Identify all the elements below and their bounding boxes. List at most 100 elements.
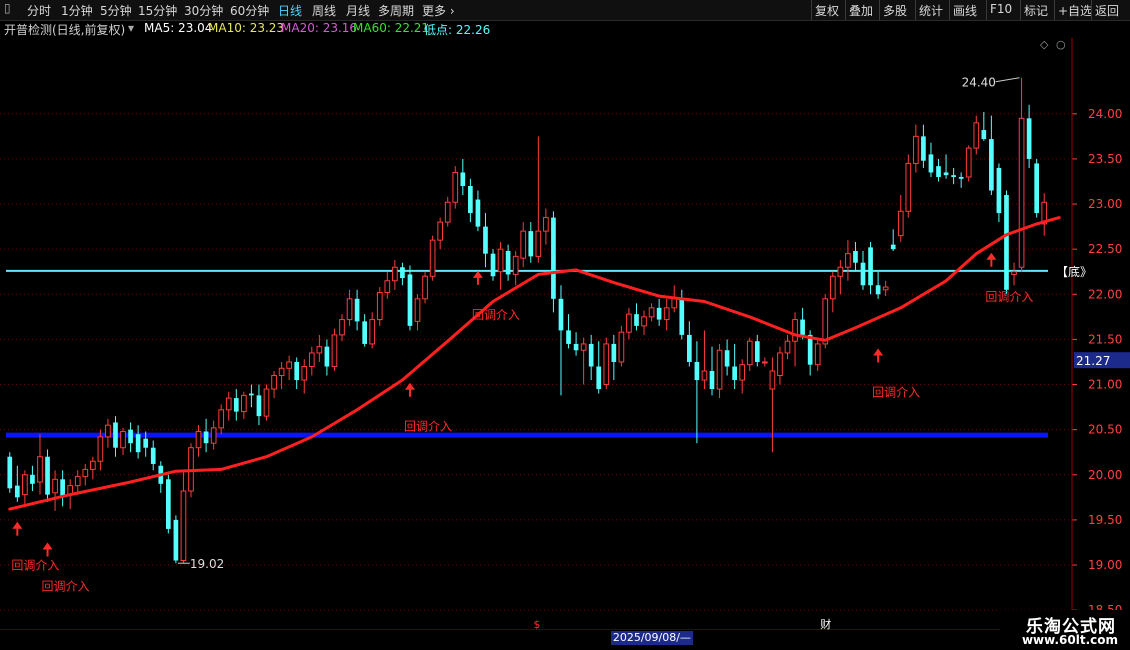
candle-body-down[interactable] <box>566 330 571 344</box>
candle-body-up[interactable] <box>520 230 527 259</box>
candle-body-up[interactable] <box>543 217 549 232</box>
candle-body-up[interactable] <box>913 135 919 164</box>
candle-body-down[interactable] <box>951 175 956 177</box>
candle-body-up[interactable] <box>376 291 383 321</box>
candle-body-up[interactable] <box>308 352 315 367</box>
candle-body-down[interactable] <box>45 456 50 495</box>
candle-body-down[interactable] <box>875 285 881 295</box>
candle-body-down[interactable] <box>709 371 715 390</box>
candle-body-down[interactable] <box>407 274 413 326</box>
candle-body-up[interactable] <box>82 468 89 478</box>
period-tab-6[interactable]: 日线 <box>278 2 302 19</box>
candle-body-up[interactable] <box>278 367 285 377</box>
candle-body-up[interactable] <box>120 430 126 449</box>
candle-body-up[interactable] <box>663 307 670 321</box>
candle-body-down[interactable] <box>596 366 602 390</box>
candle-body-down[interactable] <box>958 176 964 179</box>
candle-body-down[interactable] <box>249 393 254 396</box>
candle-body-down[interactable] <box>656 307 662 320</box>
candle-body-up[interactable] <box>648 307 655 318</box>
candle-body-up[interactable] <box>89 460 96 470</box>
candle-body-up[interactable] <box>837 266 844 277</box>
candle-body-down[interactable] <box>694 361 700 381</box>
toolbar-button-8[interactable]: 返回 <box>1095 2 1119 19</box>
candle-body-down[interactable] <box>475 199 481 227</box>
candle-body-down[interactable] <box>173 519 179 561</box>
candle-body-up[interactable] <box>1018 117 1025 268</box>
candle-body-up[interactable] <box>603 343 610 386</box>
candle-body-down[interactable] <box>490 253 496 277</box>
candle-body-up[interactable] <box>845 253 851 268</box>
period-tab-1[interactable]: 1分钟 <box>61 2 93 19</box>
candle-body-up[interactable] <box>882 286 889 291</box>
candle-body-down[interactable] <box>256 395 262 417</box>
candle-body-up[interactable] <box>716 349 723 390</box>
candle-body-up[interactable] <box>965 147 972 178</box>
candle-body-down[interactable] <box>558 298 564 331</box>
toolbar-button-6[interactable]: 标记 <box>1024 2 1048 19</box>
candle-body-down[interactable] <box>611 343 617 362</box>
candle-body-up[interactable] <box>316 346 323 354</box>
toolbar-button-0[interactable]: 复权 <box>815 2 839 19</box>
candle-body-down[interactable] <box>354 298 360 322</box>
period-tab-5[interactable]: 60分钟 <box>230 2 269 19</box>
chevron-down-icon[interactable]: ▾ <box>128 21 134 35</box>
candle-body-down[interactable] <box>921 136 926 161</box>
candle-body-up[interactable] <box>437 221 444 241</box>
candle-body-up[interactable] <box>339 319 345 336</box>
candle-body-up[interactable] <box>286 361 292 369</box>
candle-body-up[interactable] <box>180 490 187 562</box>
candle-body-down[interactable] <box>634 314 639 326</box>
candle-body-up[interactable] <box>210 427 217 444</box>
period-tab-7[interactable]: 周线 <box>312 2 336 19</box>
toolbar-button-2[interactable]: 多股 <box>883 2 907 19</box>
candle-body-down[interactable] <box>233 398 239 412</box>
candle-body-down[interactable] <box>460 172 466 186</box>
candle-body-up[interactable] <box>414 298 421 322</box>
candle-body-down[interactable] <box>890 244 896 250</box>
candle-body-up[interactable] <box>512 255 519 275</box>
candle-body-down[interactable] <box>943 172 949 176</box>
candle-body-down[interactable] <box>14 485 20 498</box>
candle-body-up[interactable] <box>384 280 391 293</box>
period-tab-8[interactable]: 月线 <box>346 2 370 19</box>
candle-body-down[interactable] <box>868 247 873 286</box>
candle-body-up[interactable] <box>271 375 277 390</box>
candle-body-down[interactable] <box>1034 163 1040 214</box>
candle-body-down[interactable] <box>505 250 511 275</box>
candle-body-up[interactable] <box>973 122 980 149</box>
toolbar-button-4[interactable]: 画线 <box>953 2 977 19</box>
candle-body-down[interactable] <box>30 474 35 484</box>
candle-body-up[interactable] <box>97 436 104 462</box>
period-tab-4[interactable]: 30分钟 <box>184 2 223 19</box>
candle-body-up[interactable] <box>905 162 912 212</box>
candle-body-down[interactable] <box>724 350 730 367</box>
candle-body-up[interactable] <box>814 343 821 366</box>
candle-body-up[interactable] <box>746 340 753 366</box>
candle-body-down[interactable] <box>468 186 473 214</box>
candle-body-down[interactable] <box>686 334 692 362</box>
candle-body-down[interactable] <box>996 167 1002 214</box>
menu-icon[interactable]: ▯ <box>4 1 11 15</box>
toolbar-button-1[interactable]: 叠加 <box>849 2 873 19</box>
candle-body-up[interactable] <box>218 409 225 429</box>
candle-body-down[interactable] <box>400 267 405 279</box>
candle-body-down[interactable] <box>928 154 934 173</box>
period-tab-2[interactable]: 5分钟 <box>100 2 132 19</box>
candle-body-down[interactable] <box>143 438 149 448</box>
candle-body-up[interactable] <box>769 370 776 390</box>
candle-body-down[interactable] <box>1026 118 1032 159</box>
candle-body-down[interactable] <box>853 250 858 263</box>
candle-body-down[interactable] <box>989 139 994 191</box>
candle-body-up[interactable] <box>301 365 308 381</box>
candle-body-down[interactable] <box>203 431 209 444</box>
toolbar-button-5[interactable]: F10 <box>990 2 1012 16</box>
candle-body-down[interactable] <box>483 226 488 254</box>
candle-body-down[interactable] <box>754 341 760 362</box>
period-tab-9[interactable]: 多周期 <box>378 2 414 19</box>
candle-body-up[interactable] <box>37 456 43 483</box>
candle-body-down[interactable] <box>113 422 118 448</box>
candle-body-down[interactable] <box>165 479 171 529</box>
candle-body-up[interactable] <box>241 394 247 413</box>
candle-body-down[interactable] <box>528 231 534 257</box>
